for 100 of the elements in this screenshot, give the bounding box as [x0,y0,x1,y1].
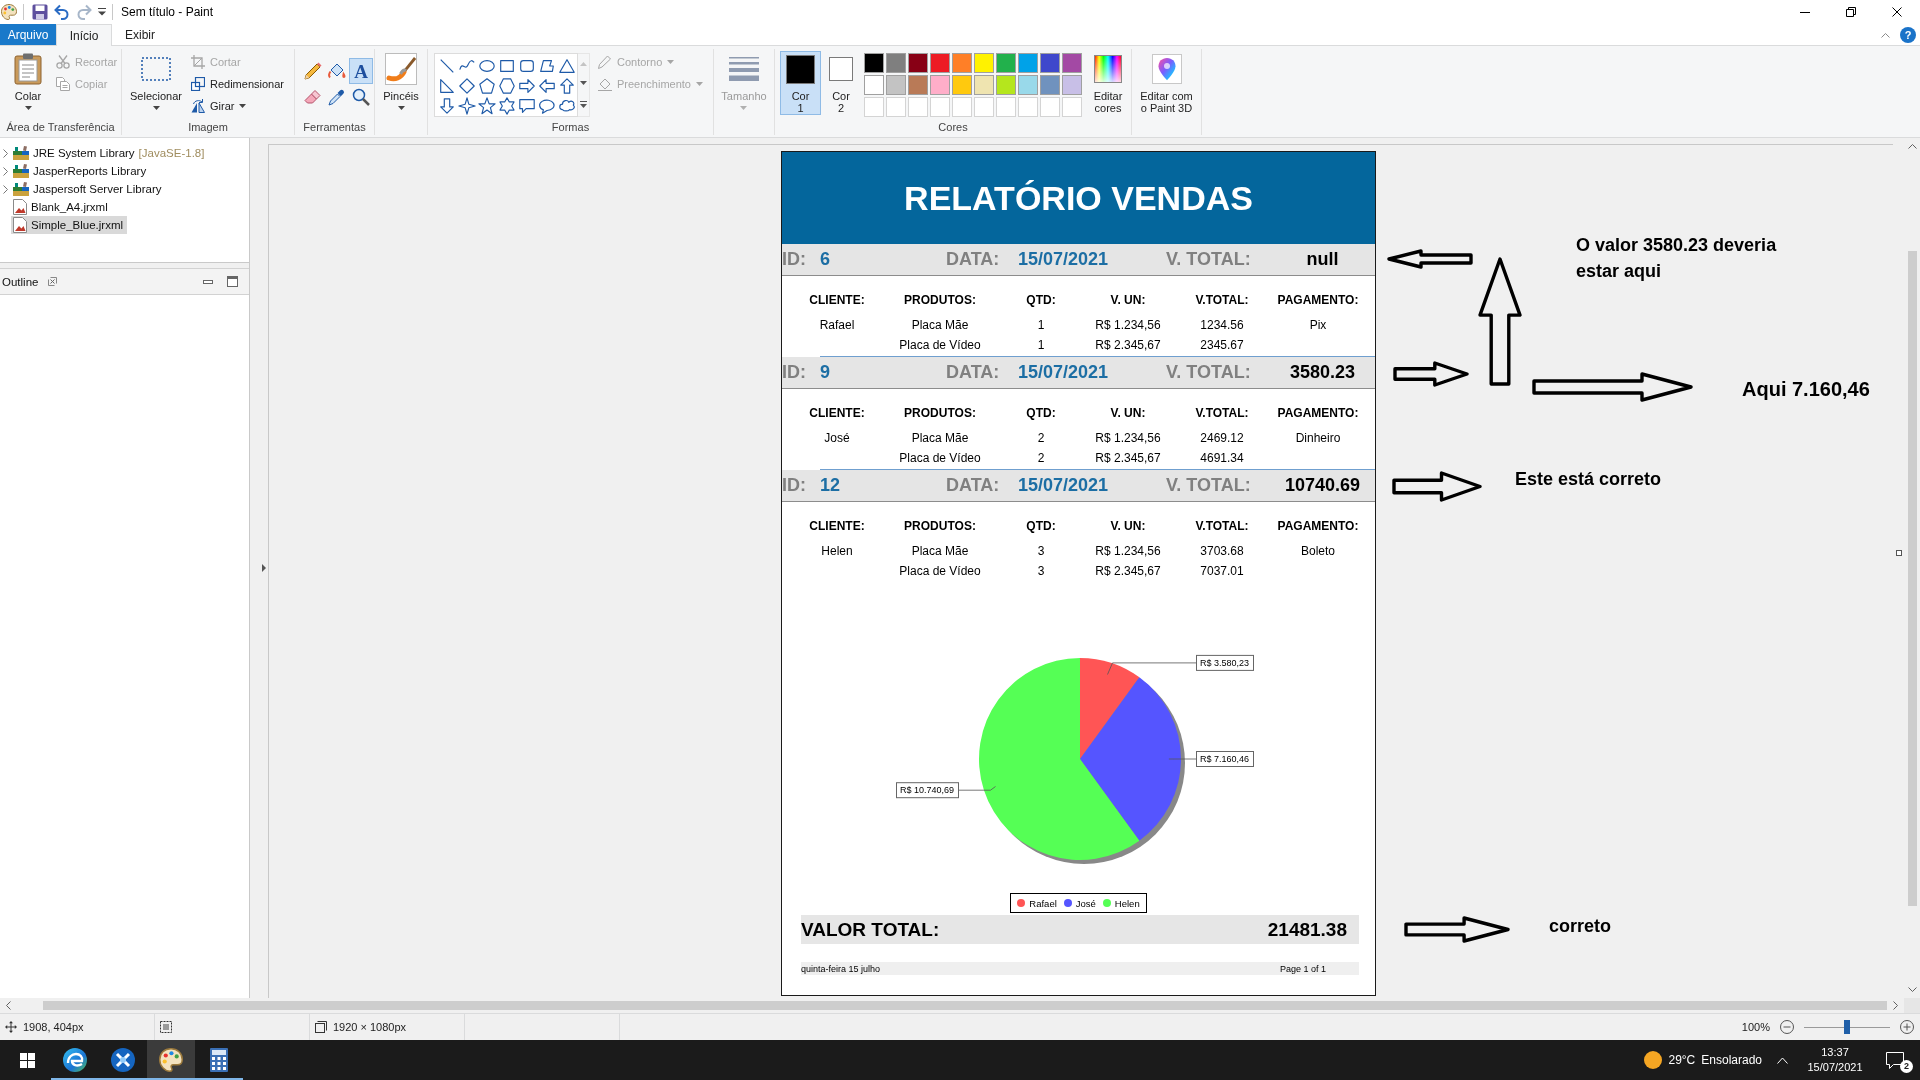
notification-icon[interactable] [1886,1051,1904,1069]
selection-size-icon [160,1021,172,1033]
empty-swatch [1062,97,1082,117]
pentagon-icon[interactable] [478,77,496,95]
ribbon-tab[interactable]: Exibir [112,24,168,45]
line-icon[interactable] [438,57,456,75]
polygon-icon[interactable] [538,57,556,75]
right-triangle-icon[interactable] [438,77,456,95]
zoom-in-icon[interactable] [1900,1020,1914,1034]
color-swatch[interactable] [908,75,928,95]
text-tool-button[interactable]: A [349,58,373,84]
view-tab[interactable]: Outline [0,269,64,294]
help-button[interactable]: ? [1900,26,1916,43]
weather-widget[interactable]: 29°C Ensolarado [1644,1051,1762,1069]
color-swatch[interactable] [886,53,906,73]
minimize-icon[interactable] [203,279,213,284]
color-swatch[interactable] [1018,75,1038,95]
color-swatch[interactable] [974,53,994,73]
file-menu-tab[interactable]: Arquivo [0,24,56,45]
scroll-down-icon[interactable] [580,81,587,86]
taskbar-app[interactable] [147,1040,195,1080]
paste-button[interactable]: Colar [6,49,50,110]
color-swatch[interactable] [930,75,950,95]
column-header: V. UN: [1110,518,1146,534]
color-swatch[interactable] [1062,53,1082,73]
save-icon[interactable] [32,4,48,20]
paint-3d-button[interactable]: Editar com o Paint 3D [1137,49,1196,114]
color-swatch[interactable] [930,53,950,73]
clock-time[interactable]: 13:37 [1821,1045,1849,1060]
resize-button[interactable]: Redimensionar [188,73,287,95]
chevron-down-icon[interactable] [1907,987,1917,992]
color-swatch[interactable] [1018,53,1038,73]
more-shapes-icon[interactable] [580,101,587,109]
undo-icon[interactable] [54,4,70,20]
chevron-left-icon[interactable] [6,1001,11,1010]
color-swatch[interactable] [1062,75,1082,95]
color-swatch[interactable] [908,53,928,73]
column-header: CLIENTE: [809,292,865,308]
chevron-right-icon[interactable] [3,148,8,158]
horizontal-scrollbar[interactable] [0,998,1904,1013]
chevron-right-icon[interactable] [3,166,8,176]
resize-handle[interactable] [1896,550,1902,556]
scrollbar-thumb[interactable] [43,1001,1887,1010]
color-slot[interactable]: Cor 1 [780,51,821,115]
vertical-scrollbar[interactable] [1904,138,1920,998]
color-swatch[interactable] [974,75,994,95]
color-swatch[interactable] [1040,53,1060,73]
chevron-right-icon[interactable] [1893,1001,1898,1010]
tree-item[interactable]: JasperReports Library [11,162,151,180]
up-arrow-icon[interactable] [558,77,576,95]
tree-item[interactable]: Blank_A4.jrxml [11,198,112,216]
right-arrow-icon [1392,471,1482,502]
tree-item[interactable]: Simple_Blue.jrxml [11,216,128,234]
color-swatch[interactable] [952,53,972,73]
right-arrow-icon [1532,372,1693,402]
oval-callout-icon[interactable] [538,97,556,115]
close-icon[interactable] [48,277,58,286]
clock-date[interactable]: 15/07/2021 [1807,1060,1863,1075]
color-swatch[interactable] [886,75,906,95]
four-point-star-icon[interactable] [458,97,476,115]
chevron-up-icon[interactable] [1907,144,1917,149]
edit-colors-button[interactable]: Editar cores [1086,49,1130,114]
slider-thumb[interactable] [1844,1020,1850,1034]
ribbon-tab[interactable]: Início [56,24,112,46]
five-point-star-icon[interactable] [478,97,496,115]
zoom-out-icon[interactable] [1780,1020,1794,1034]
color-swatch[interactable] [952,75,972,95]
left-arrow-icon[interactable] [538,77,556,95]
tree-item[interactable]: JRE System Library [JavaSE-1.8] [11,144,209,162]
chevron-right-icon[interactable] [3,184,8,194]
diamond-icon[interactable] [458,77,476,95]
color-swatch[interactable] [1040,75,1060,95]
cloud-callout-icon[interactable] [558,97,576,115]
table-cell-text: Placa Mãe [911,543,969,560]
table-cell-text: R$ 1.234,56 [1095,543,1161,560]
table-cell-text: Placa de Vídeo [899,563,981,580]
brushes-button[interactable]: Pincéis [379,49,423,110]
field-value: 9 [820,362,830,383]
color-swatch[interactable] [864,53,884,73]
rotate-button[interactable]: Girar [188,95,287,117]
empty-swatch [1040,97,1060,117]
color-swatch[interactable] [864,75,884,95]
triangle-toggle-icon[interactable] [262,564,266,572]
right-arrow-icon[interactable] [518,77,536,95]
triangle-icon[interactable] [558,57,576,75]
color-swatch[interactable] [996,75,1016,95]
caret-icon[interactable] [98,8,106,16]
tree-item[interactable]: Jaspersoft Server Library [11,180,166,198]
six-point-star-icon[interactable] [498,97,516,115]
maximize-icon[interactable] [227,276,238,287]
rectangle-callout-icon[interactable] [518,97,536,115]
color-swatch[interactable] [996,53,1016,73]
down-arrow-icon[interactable] [438,97,456,115]
column-header: PAGAMENTO: [1277,518,1359,534]
table-cell-text: Pix [1309,317,1327,334]
select-button[interactable]: Selecionar [126,49,186,110]
color-slot[interactable]: Cor 2 [825,51,857,115]
rectangle-icon[interactable] [498,57,516,75]
scrollbar-thumb[interactable] [1907,251,1917,906]
hexagon-icon[interactable] [498,77,516,95]
